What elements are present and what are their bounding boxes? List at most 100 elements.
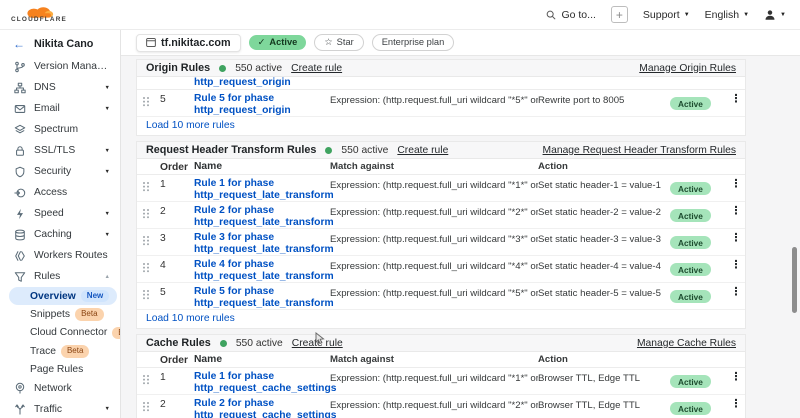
rule-match: Expression: (http.request.full_uri wildc… xyxy=(330,93,538,106)
support-menu[interactable]: Support ▼ xyxy=(643,9,690,21)
rules-overview-content: Origin Rules 550 active Create rule Mana… xyxy=(121,56,800,418)
star-label: Star xyxy=(337,37,354,48)
sidebar-item-page-rules[interactable]: Page Rules xyxy=(0,361,120,378)
drag-handle-icon[interactable] xyxy=(143,93,160,107)
create-rule-link[interactable]: Create rule xyxy=(291,63,342,74)
status-badge-cell: Active xyxy=(670,371,728,390)
rule-name-link[interactable]: Rule 3 for phasehttp_request_late_transf… xyxy=(194,232,330,256)
sidebar-item-overview[interactable]: Overview New xyxy=(9,287,117,305)
active-count: 550 active xyxy=(341,145,388,156)
active-badge: Active xyxy=(670,375,711,388)
language-label: English xyxy=(705,9,739,21)
manage-origin-rules-link[interactable]: Manage Origin Rules xyxy=(639,63,736,74)
sidebar-item-version-management[interactable]: Version Management xyxy=(0,56,120,77)
table-row: 4 Rule 4 for phasehttp_request_late_tran… xyxy=(137,256,745,283)
rule-order: 1 xyxy=(160,371,194,383)
domain-name: tf.nikitac.com xyxy=(161,37,231,49)
window-icon xyxy=(146,38,156,47)
rule-name-link[interactable]: Rule 2 for phasehttp_request_cache_setti… xyxy=(194,398,330,418)
rule-name-link[interactable]: Rule 2 for phasehttp_request_late_transf… xyxy=(194,205,330,229)
origin-rules-section: Origin Rules 550 active Create rule Mana… xyxy=(136,59,746,136)
row-menu-button[interactable]: ⋮ xyxy=(728,232,744,245)
drag-handle-icon[interactable] xyxy=(143,205,160,219)
language-menu[interactable]: English ▼ xyxy=(705,9,749,21)
sidebar-item-traffic[interactable]: Traffic ▼ xyxy=(0,399,120,418)
scrollbar-thumb[interactable] xyxy=(792,247,797,313)
manage-cache-rules-link[interactable]: Manage Cache Rules xyxy=(637,338,736,349)
cloudflare-logo[interactable]: CLOUDFLARE xyxy=(10,6,68,23)
sidebar-item-security[interactable]: Security ▼ xyxy=(0,161,120,182)
drag-handle-icon[interactable] xyxy=(143,398,160,412)
manage-transform-rules-link[interactable]: Manage Request Header Transform Rules xyxy=(543,145,736,156)
add-site-button[interactable]: + xyxy=(611,6,628,23)
sidebar-item-dns[interactable]: DNS ▼ xyxy=(0,77,120,98)
sidebar-item-network[interactable]: Network xyxy=(0,378,120,399)
rule-order: 3 xyxy=(160,232,194,244)
sidebar-item-label: Caching xyxy=(34,229,97,240)
rule-name-link[interactable]: Rule 4 for phasehttp_request_late_transf… xyxy=(194,259,330,283)
rule-match: Expression: (http.request.full_uri wildc… xyxy=(330,398,538,411)
drag-handle-icon[interactable] xyxy=(143,371,160,385)
row-menu-button[interactable]: ⋮ xyxy=(728,259,744,272)
rule-action: Browser TTL, Edge TTL xyxy=(538,398,670,411)
sidebar-subitem-label: Overview xyxy=(30,291,76,302)
rule-action: Set static header-2 = value-2 xyxy=(538,205,670,218)
chevron-down-icon: ▼ xyxy=(684,12,690,18)
sidebar-item-spectrum[interactable]: Spectrum xyxy=(0,119,120,140)
rule-name-link[interactable]: Rule 5 for phasehttp_request_origin xyxy=(194,93,330,117)
row-menu-button[interactable]: ⋮ xyxy=(728,398,744,411)
sidebar-item-snippets[interactable]: Snippets Beta xyxy=(0,305,120,323)
support-label: Support xyxy=(643,9,680,21)
sidebar-item-access[interactable]: Access xyxy=(0,182,120,203)
column-match: Match against xyxy=(330,161,538,172)
row-menu-button[interactable]: ⋮ xyxy=(728,205,744,218)
star-button[interactable]: ☆ Star xyxy=(314,34,363,51)
rule-name-link[interactable]: http_request_origin xyxy=(194,77,330,89)
back-arrow-icon[interactable]: ← xyxy=(13,38,25,50)
row-menu-button[interactable]: ⋮ xyxy=(728,286,744,299)
lightning-icon xyxy=(13,207,26,220)
global-search[interactable]: Go to... xyxy=(546,9,595,21)
row-menu-button[interactable]: ⋮ xyxy=(728,178,744,191)
sidebar-item-label: SSL/TLS xyxy=(34,145,97,156)
spectrum-icon xyxy=(13,123,26,136)
sidebar-item-trace[interactable]: Trace Beta xyxy=(0,342,120,360)
sidebar-item-ssl-tls[interactable]: SSL/TLS ▼ xyxy=(0,140,120,161)
sidebar-item-speed[interactable]: Speed ▼ xyxy=(0,203,120,224)
drag-handle-icon[interactable] xyxy=(143,232,160,246)
rule-name-link[interactable]: Rule 1 for phasehttp_request_late_transf… xyxy=(194,178,330,202)
user-menu[interactable]: ▼ xyxy=(764,9,786,21)
cloudflare-dashboard: CLOUDFLARE Go to... + Support ▼ English … xyxy=(0,0,800,418)
drag-handle-icon[interactable] xyxy=(143,259,160,273)
load-more-link[interactable]: Load 10 more rules xyxy=(137,310,745,328)
account-name: Nikita Cano xyxy=(34,38,93,50)
sidebar-item-email[interactable]: Email ▼ xyxy=(0,98,120,119)
sidebar-item-caching[interactable]: Caching ▼ xyxy=(0,224,120,245)
load-more-link[interactable]: Load 10 more rules xyxy=(137,117,745,135)
status-badge-cell: Active xyxy=(670,398,728,417)
status-badge-cell: Active xyxy=(670,93,728,112)
rule-name-link[interactable]: Rule 1 for phasehttp_request_cache_setti… xyxy=(194,371,330,395)
sidebar-subitem-label: Snippets xyxy=(30,309,70,320)
check-icon: ✓ xyxy=(258,37,266,48)
lock-icon xyxy=(13,144,26,157)
sidebar-subitem-label: Page Rules xyxy=(30,364,83,375)
sidebar-item-rules[interactable]: Rules ▲ xyxy=(0,266,120,287)
sidebar-item-workers-routes[interactable]: Workers Routes xyxy=(0,245,120,266)
rule-name-link[interactable]: Rule 5 for phasehttp_request_late_transf… xyxy=(194,286,330,310)
row-menu-button[interactable]: ⋮ xyxy=(728,93,744,106)
rules-submenu: Overview New Snippets Beta Cloud Connect… xyxy=(0,287,120,378)
sidebar-subitem-label: Trace xyxy=(30,346,56,357)
drag-handle-icon[interactable] xyxy=(143,178,160,192)
row-menu-button[interactable]: ⋮ xyxy=(728,371,744,384)
create-rule-link[interactable]: Create rule xyxy=(397,145,448,156)
rule-action: Browser TTL, Edge TTL xyxy=(538,371,670,384)
domain-selector[interactable]: tf.nikitac.com xyxy=(136,34,241,52)
active-badge: Active xyxy=(670,182,711,195)
drag-handle-icon[interactable] xyxy=(143,286,160,300)
sidebar-item-cloud-connector[interactable]: Cloud Connector Beta xyxy=(0,324,120,342)
drag-handle-icon[interactable] xyxy=(143,77,160,81)
rule-match: Expression: (http.request.full_uri wildc… xyxy=(330,205,538,218)
create-rule-link[interactable]: Create rule xyxy=(292,338,343,349)
rule-match: Expression: (http.request.full_uri wildc… xyxy=(330,371,538,384)
